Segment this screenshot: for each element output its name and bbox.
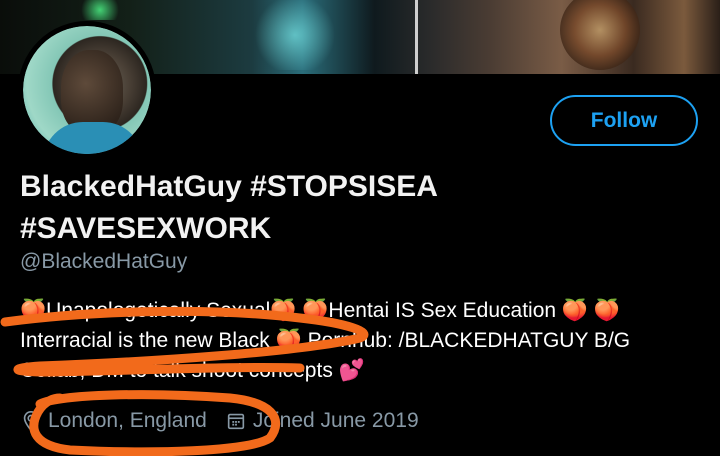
profile-name: BlackedHatGuy #STOPSISEA #SAVESEXWORK [20,166,580,250]
profile-location: London, England [48,409,207,432]
profile-name-line1: BlackedHatGuy #STOPSISEA [20,170,438,203]
bio-line: Collab, DM to talk shoot concepts 💕 [20,359,365,382]
follow-button[interactable]: Follow [550,95,698,146]
location-pin-icon [23,411,39,432]
banner-light [75,0,125,20]
profile-joined-date: Joined June 2019 [252,409,419,432]
avatar-shirt [43,122,143,154]
profile-name-line2: #SAVESEXWORK [20,212,272,245]
banner-detail [560,0,640,70]
bio-line: 🍑Unapologetically Sexual🍑 🍑Hentai IS Sex… [20,299,621,322]
profile-meta: London, England Joined June 2019 [20,409,419,433]
profile-handle: @BlackedHatGuy [20,250,188,273]
banner-light [250,0,340,70]
calendar-icon [227,413,244,430]
avatar-image [23,26,151,154]
profile-bio: 🍑Unapologetically Sexual🍑 🍑Hentai IS Sex… [20,296,710,386]
banner-detail [415,0,418,74]
bio-line: Interracial is the new Black 🍑 Pornhub: … [20,329,631,352]
avatar[interactable] [18,21,156,159]
